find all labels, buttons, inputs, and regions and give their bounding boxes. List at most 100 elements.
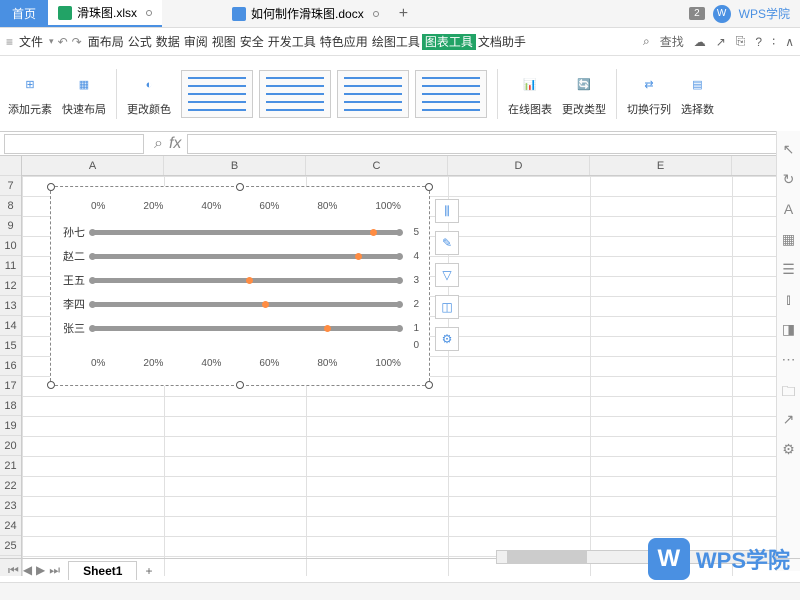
- folder-icon[interactable]: 🗀: [781, 381, 797, 397]
- cursor-icon[interactable]: ↖: [781, 141, 797, 157]
- settings-icon[interactable]: ⎘: [736, 34, 746, 49]
- menu-item[interactable]: 安全: [238, 35, 266, 49]
- row-header[interactable]: 9: [0, 216, 21, 236]
- add-element-button[interactable]: ⊞ 添加元素: [8, 71, 52, 117]
- sheet-tab-sheet1[interactable]: Sheet1: [68, 561, 137, 580]
- redo-icon[interactable]: ↷: [72, 35, 82, 49]
- new-tab-button[interactable]: +: [389, 5, 418, 23]
- row-header[interactable]: 25: [0, 536, 21, 556]
- row-header[interactable]: 15: [0, 336, 21, 356]
- row-header[interactable]: 12: [0, 276, 21, 296]
- row-header[interactable]: 21: [0, 456, 21, 476]
- chart-style-2[interactable]: [259, 70, 331, 118]
- sheet-prev-icon[interactable]: ◀: [23, 563, 32, 578]
- menu-item[interactable]: 审阅: [182, 35, 210, 49]
- row-header[interactable]: 8: [0, 196, 21, 216]
- column-header[interactable]: C: [306, 156, 448, 175]
- close-icon[interactable]: [373, 11, 379, 17]
- chart-icon[interactable]: ⫾: [781, 291, 797, 307]
- column-header[interactable]: D: [448, 156, 590, 175]
- row-header[interactable]: 14: [0, 316, 21, 336]
- menu-item[interactable]: 数据: [154, 35, 182, 49]
- row-header[interactable]: 11: [0, 256, 21, 276]
- close-icon[interactable]: [146, 10, 152, 16]
- share-icon[interactable]: ↗: [716, 35, 726, 49]
- spreadsheet-grid[interactable]: ABCDE 7891011121314151617181920212223242…: [0, 156, 800, 576]
- column-header[interactable]: B: [164, 156, 306, 175]
- chart-style-1[interactable]: [181, 70, 253, 118]
- settings-icon[interactable]: ⚙: [781, 441, 797, 457]
- menu-item[interactable]: 视图: [210, 35, 238, 49]
- embedded-chart[interactable]: 0%20%40%60%80%100% 孙七5赵二4王五3李四2张三10 0%20…: [50, 186, 430, 386]
- row-header[interactable]: 24: [0, 516, 21, 536]
- row-header[interactable]: 16: [0, 356, 21, 376]
- resize-handle[interactable]: [236, 183, 244, 191]
- menu-file[interactable]: 文件: [17, 33, 45, 50]
- add-sheet-button[interactable]: +: [137, 564, 160, 578]
- menu-item[interactable]: 面布局: [86, 35, 126, 49]
- collapse-icon[interactable]: ◨: [781, 321, 797, 337]
- resize-handle[interactable]: [425, 381, 433, 389]
- scroll-thumb[interactable]: [507, 551, 587, 563]
- name-box-input[interactable]: [4, 134, 144, 154]
- row-header[interactable]: 17: [0, 376, 21, 396]
- collapse-icon[interactable]: ∶: [772, 35, 775, 49]
- chart-style-4[interactable]: [415, 70, 487, 118]
- chart-style-3[interactable]: [337, 70, 409, 118]
- search-label[interactable]: 查找: [660, 33, 684, 50]
- menu-item[interactable]: 开发工具: [266, 35, 318, 49]
- export-icon[interactable]: ↗: [781, 411, 797, 427]
- row-header[interactable]: 23: [0, 496, 21, 516]
- more-icon[interactable]: ⋯: [781, 351, 797, 367]
- chart-elements-button[interactable]: ⫼: [435, 199, 459, 223]
- column-header[interactable]: E: [590, 156, 732, 175]
- resize-handle[interactable]: [47, 381, 55, 389]
- grid-icon[interactable]: ▦: [781, 231, 797, 247]
- row-header[interactable]: 10: [0, 236, 21, 256]
- row-header[interactable]: 18: [0, 396, 21, 416]
- chart-style-button[interactable]: ✎: [435, 231, 459, 255]
- change-type-button[interactable]: 🔄 更改类型: [562, 71, 606, 117]
- search-icon[interactable]: ⌕: [643, 34, 650, 49]
- chevron-up-icon[interactable]: ∧: [785, 35, 794, 49]
- resize-handle[interactable]: [425, 183, 433, 191]
- menu-item[interactable]: 特色应用: [318, 35, 370, 49]
- sheet-next-icon[interactable]: ▶: [36, 563, 45, 578]
- tab-file-docx[interactable]: 如何制作滑珠图.docx: [222, 0, 389, 27]
- menu-item[interactable]: 公式: [126, 35, 154, 49]
- sheet-first-icon[interactable]: ⏮: [8, 563, 19, 578]
- wps-logo-icon[interactable]: W: [713, 5, 731, 23]
- row-header[interactable]: 19: [0, 416, 21, 436]
- column-header[interactable]: A: [22, 156, 164, 175]
- quick-layout-button[interactable]: ▦ 快速布局: [62, 71, 106, 117]
- menu-item[interactable]: 图表工具: [422, 34, 476, 50]
- switch-rowcol-button[interactable]: ⇄ 切换行列: [627, 71, 671, 117]
- cloud-icon[interactable]: ☁: [694, 35, 706, 49]
- menu-item[interactable]: 文档助手: [476, 35, 528, 49]
- row-header[interactable]: 7: [0, 176, 21, 196]
- resize-handle[interactable]: [236, 381, 244, 389]
- help-icon[interactable]: ?: [755, 35, 762, 49]
- tab-file-xlsx[interactable]: 滑珠图.xlsx: [48, 0, 162, 27]
- refresh-icon[interactable]: ↻: [781, 171, 797, 187]
- resize-handle[interactable]: [47, 183, 55, 191]
- cells-area[interactable]: 0%20%40%60%80%100% 孙七5赵二4王五3李四2张三10 0%20…: [22, 176, 776, 576]
- menu-item[interactable]: 绘图工具: [370, 35, 422, 49]
- list-icon[interactable]: ☰: [781, 261, 797, 277]
- search-icon[interactable]: ⌕: [154, 135, 163, 153]
- notification-badge[interactable]: 2: [689, 7, 705, 20]
- sheet-last-icon[interactable]: ⏭: [49, 563, 60, 578]
- row-header[interactable]: 22: [0, 476, 21, 496]
- row-header[interactable]: 13: [0, 296, 21, 316]
- tab-home[interactable]: 首页: [0, 0, 48, 27]
- chart-settings-button[interactable]: ⚙: [435, 327, 459, 351]
- font-icon[interactable]: A: [781, 201, 797, 217]
- select-data-button[interactable]: ▤ 选择数: [681, 71, 714, 117]
- chevron-down-icon[interactable]: ▾: [49, 36, 54, 47]
- row-header[interactable]: 20: [0, 436, 21, 456]
- chart-filter-button[interactable]: ▽: [435, 263, 459, 287]
- chart-format-button[interactable]: ◫: [435, 295, 459, 319]
- undo-icon[interactable]: ↶: [58, 35, 68, 49]
- online-chart-button[interactable]: 📊 在线图表: [508, 71, 552, 117]
- hamburger-icon[interactable]: ≡: [6, 35, 13, 49]
